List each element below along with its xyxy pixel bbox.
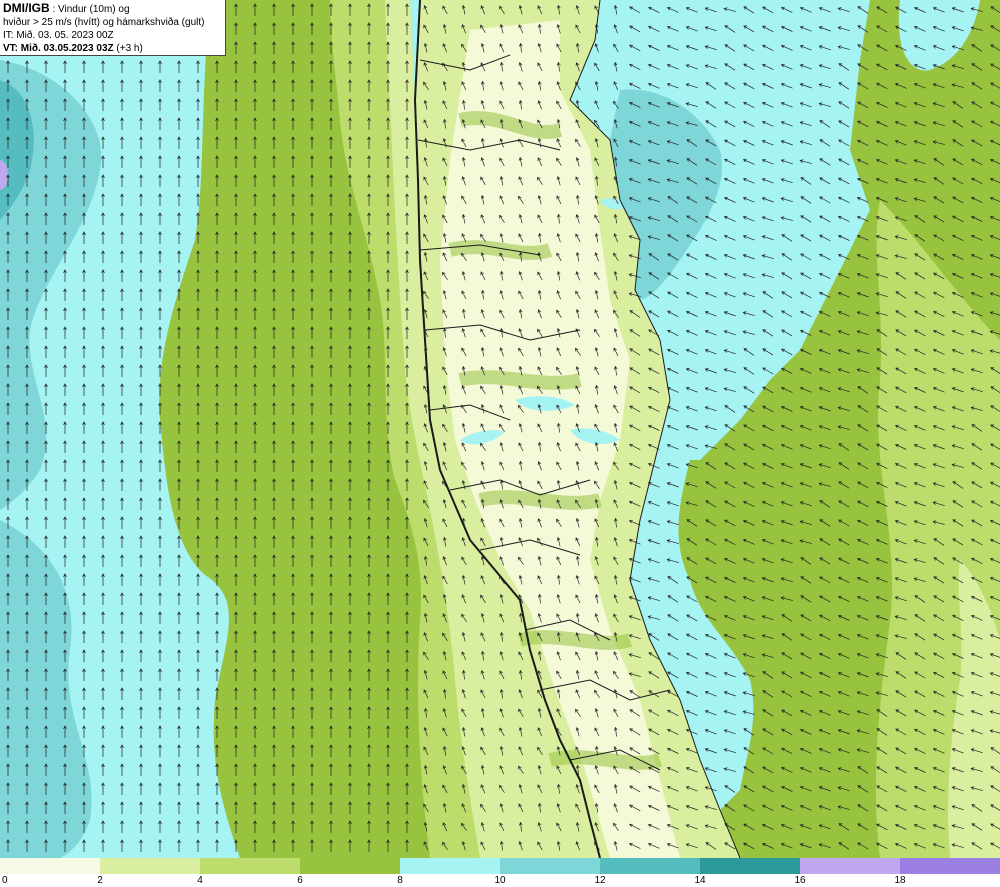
legend-tick-label: 18 (894, 875, 906, 886)
lead-time: (+3 h) (113, 43, 143, 54)
legend-swatch (700, 858, 800, 874)
legend-tick-label: 2 (97, 875, 103, 886)
legend-swatch (200, 858, 300, 874)
legend-swatch (300, 858, 400, 874)
title-text: : Vindur (10m) og (49, 4, 130, 15)
header-info-box: DMI/IGB : Vindur (10m) og hviður > 25 m/… (0, 0, 226, 56)
legend-swatch (600, 858, 700, 874)
brand-label: DMI/IGB (3, 1, 50, 15)
legend-swatch (900, 858, 1000, 874)
legend-tick-label: 14 (694, 875, 706, 886)
legend-swatch (100, 858, 200, 874)
legend-tick-label: 8 (397, 875, 403, 886)
legend-tick-label: 12 (594, 875, 606, 886)
legend-tick-label: 4 (197, 875, 203, 886)
legend-tick-label: 0 (2, 875, 8, 886)
subtitle-line: hviður > 25 m/s (hvítt) og hámarkshviða … (3, 17, 205, 28)
color-legend: 0 2 4 6 8 10 12 14 16 18 (0, 858, 1000, 887)
title-line: DMI/IGB : Vindur (10m) og (3, 2, 225, 16)
valid-time-line: VT: Mið. 03.05.2023 03Z (+3 h) (3, 42, 225, 55)
legend-color-bar (0, 858, 1000, 874)
legend-swatch (0, 858, 100, 874)
wind-map[interactable] (0, 0, 1000, 858)
legend-tick-label: 10 (494, 875, 506, 886)
issue-time: IT: Mið. 03. 05. 2023 00Z (3, 30, 114, 41)
legend-swatch (500, 858, 600, 874)
valid-time: VT: Mið. 03.05.2023 03Z (3, 43, 114, 54)
legend-swatch (400, 858, 500, 874)
legend-tick-label: 6 (297, 875, 303, 886)
legend-tick-label: 16 (794, 875, 806, 886)
legend-swatch (800, 858, 900, 874)
